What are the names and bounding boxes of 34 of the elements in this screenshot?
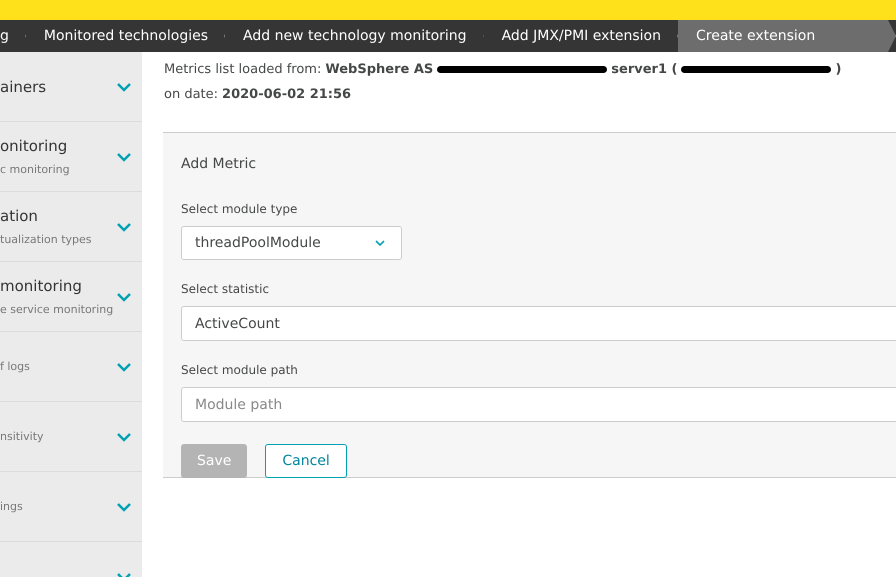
sidebar-item-title[interactable]: monitoring	[0, 277, 114, 295]
module-type-dropdown[interactable]: threadPoolModule	[181, 226, 402, 260]
server-name: server1 (	[611, 62, 678, 77]
chevron-down-icon[interactable]	[116, 292, 132, 302]
sidebar-item-subtitle: c monitoring	[0, 163, 70, 176]
panel-title: Add Metric	[181, 156, 256, 172]
sidebar-item-subtitle: ings	[0, 500, 23, 513]
statistic-field[interactable]: ActiveCount	[181, 306, 896, 341]
source-label: Metrics list loaded from:	[164, 62, 322, 77]
host-name: WebSphere AS	[325, 62, 434, 77]
chevron-down-icon[interactable]	[116, 432, 132, 442]
chevron-down-icon[interactable]	[116, 502, 132, 512]
chevron-down-icon[interactable]	[116, 362, 132, 372]
sidebar-item-title[interactable]: ainers	[0, 78, 46, 96]
breadcrumb-link[interactable]: Add new technology monitoring	[225, 20, 484, 52]
sidebar-item-subtitle: f logs	[0, 360, 30, 373]
module-path-field[interactable]: Module path	[181, 387, 896, 422]
field-label: Select module path	[181, 363, 298, 377]
chevron-down-icon	[374, 239, 386, 247]
date-value: 2020-06-02 21:56	[222, 87, 352, 102]
sidebar-item-title[interactable]: onitoring	[0, 137, 70, 155]
closing-paren: )	[835, 62, 842, 77]
sidebar-item-subtitle: tualization types	[0, 233, 92, 246]
cancel-button[interactable]: Cancel	[265, 444, 347, 478]
chevron-down-icon[interactable]	[116, 222, 132, 232]
breadcrumb-link[interactable]: Create extension	[678, 20, 896, 52]
date-label: on date:	[164, 87, 218, 102]
sidebar-item-subtitle: nsitivity	[0, 430, 44, 443]
sidebar-item-subtitle: e service monitoring	[0, 303, 114, 316]
field-label: Select module type	[181, 202, 298, 216]
chevron-down-icon[interactable]	[116, 152, 132, 162]
chevron-down-icon[interactable]	[116, 82, 132, 92]
sidebar-item-title[interactable]: ation	[0, 207, 92, 225]
field-label: Select statistic	[181, 282, 270, 296]
